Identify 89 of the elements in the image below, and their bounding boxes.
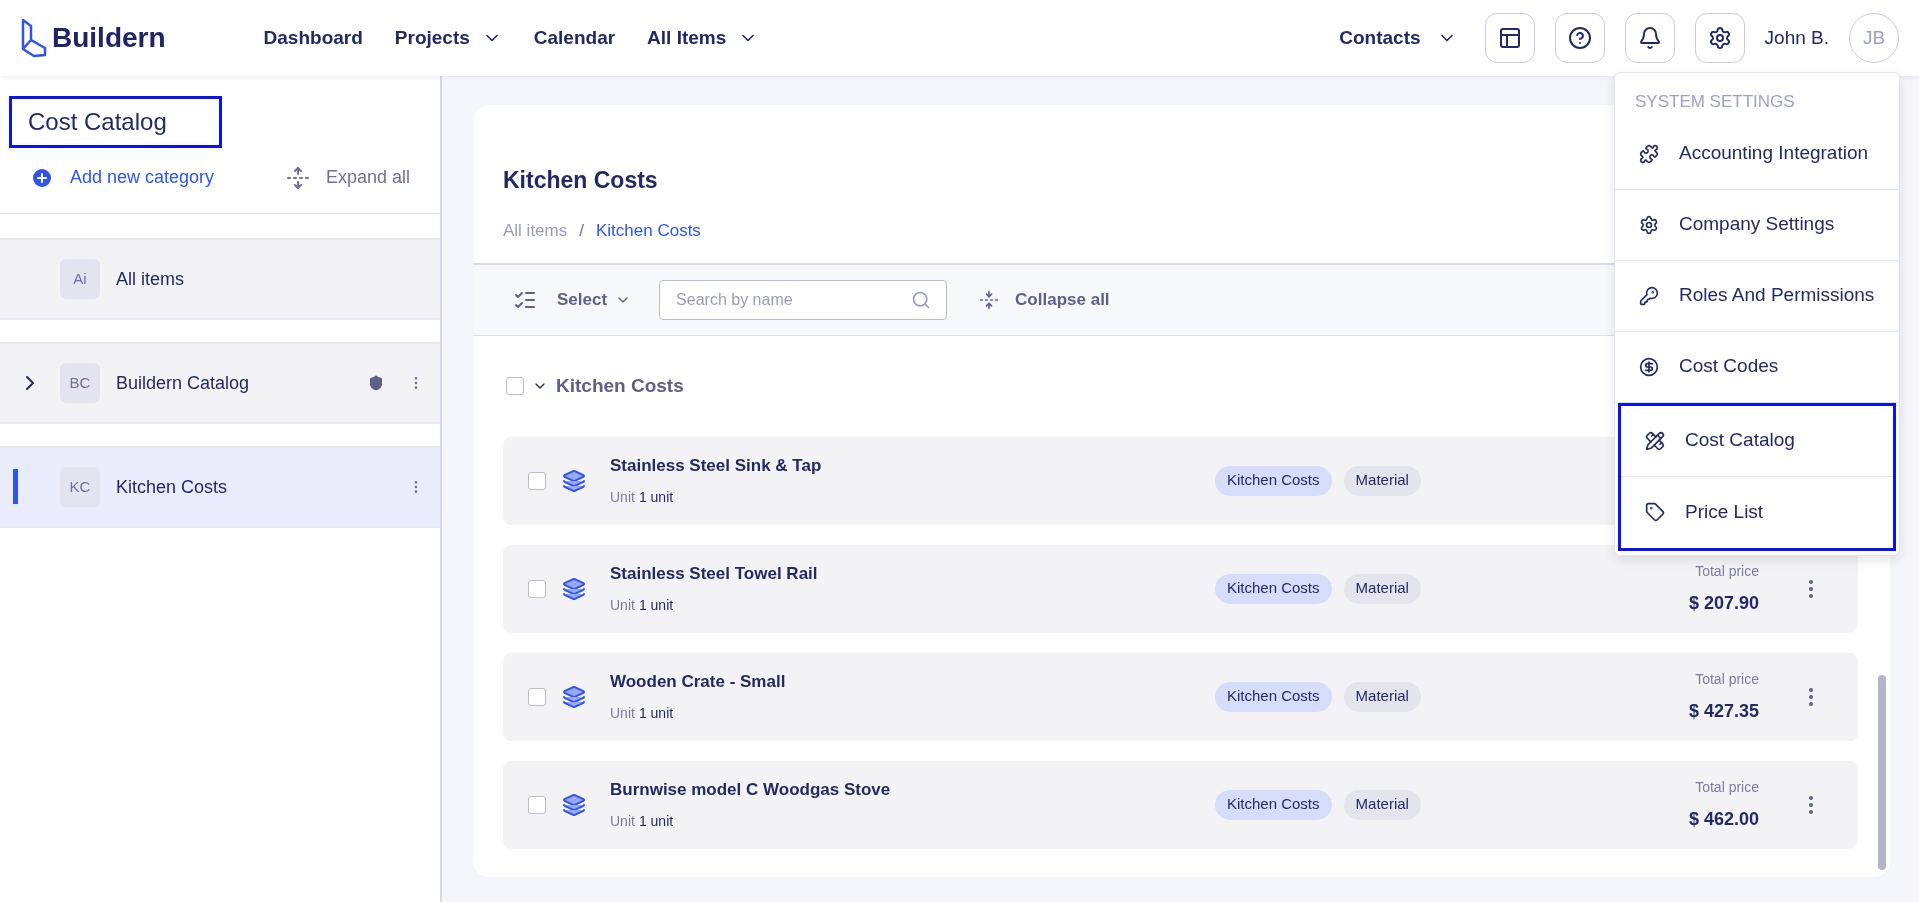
total-price: $ 207.90 bbox=[1688, 591, 1759, 615]
layout-icon bbox=[1497, 26, 1522, 50]
tag: Kitchen Costs bbox=[1215, 573, 1332, 604]
layers-icon bbox=[562, 576, 586, 601]
category-name: All items bbox=[116, 267, 185, 291]
category-name: Buildern Catalog bbox=[116, 371, 251, 395]
category-item[interactable]: BC Buildern Catalog bbox=[0, 342, 440, 424]
unit-value: 1 unit bbox=[638, 595, 674, 615]
layout-button[interactable] bbox=[1484, 13, 1535, 63]
select-dropdown[interactable]: Select bbox=[557, 287, 632, 313]
help-icon bbox=[1567, 26, 1592, 50]
settings-button[interactable] bbox=[1694, 13, 1745, 63]
category-initials: KC bbox=[60, 467, 100, 507]
search-field[interactable]: Search by name bbox=[659, 280, 948, 320]
selection-indicator bbox=[13, 469, 18, 504]
logo-icon bbox=[20, 18, 48, 58]
nav-link[interactable]: Calendar bbox=[533, 23, 616, 53]
cost-item-row[interactable]: Burnwise model C Woodgas Stove Unit 1 unit Kitchen Costs Material Total price $ 462.00 bbox=[503, 760, 1858, 849]
nav-link[interactable]: Dashboard bbox=[263, 23, 363, 53]
tag: Material bbox=[1343, 465, 1421, 496]
nav-link[interactable]: Projects bbox=[394, 23, 502, 53]
search-icon bbox=[911, 290, 932, 310]
checkbox[interactable] bbox=[528, 795, 546, 814]
tag: Material bbox=[1343, 573, 1421, 604]
item-name: Stainless Steel Sink & Tap bbox=[610, 455, 823, 478]
checkbox[interactable] bbox=[528, 687, 546, 706]
group-title: Kitchen Costs bbox=[556, 374, 684, 398]
checkbox[interactable] bbox=[528, 471, 546, 490]
brand-name: Buildern bbox=[52, 21, 166, 55]
settings-menu-item[interactable]: Company Settings bbox=[1615, 189, 1899, 261]
unit-value: 1 unit bbox=[638, 703, 674, 723]
key-icon bbox=[1639, 285, 1659, 306]
unit-value: 1 unit bbox=[638, 811, 674, 831]
tag: Kitchen Costs bbox=[1215, 789, 1332, 820]
sidebar-title: Cost Catalog bbox=[9, 96, 222, 148]
category-initials: Ai bbox=[60, 259, 100, 299]
price-tag-icon bbox=[1645, 502, 1665, 522]
unit-label: Unit bbox=[610, 487, 635, 507]
total-price: $ 462.00 bbox=[1688, 807, 1759, 831]
layers-icon bbox=[562, 792, 586, 817]
nav-link[interactable]: Contacts bbox=[1339, 23, 1457, 53]
checkbox[interactable] bbox=[528, 579, 546, 598]
category-initials: BC bbox=[60, 363, 100, 403]
settings-menu-item[interactable]: Roles And Permissions bbox=[1615, 260, 1899, 332]
cost-item-row[interactable]: Stainless Steel Towel Rail Unit 1 unit Kitchen Costs Material Total price $ 207.90 bbox=[503, 544, 1858, 633]
unit-label: Unit bbox=[610, 595, 635, 615]
unit-label: Unit bbox=[610, 811, 635, 831]
expand-all-button[interactable]: Expand all bbox=[285, 164, 410, 191]
unit-label: Unit bbox=[610, 703, 635, 723]
layers-icon bbox=[562, 468, 586, 493]
tag: Material bbox=[1343, 789, 1421, 820]
expand-icon bbox=[285, 165, 310, 190]
nav-link[interactable]: All Items bbox=[647, 23, 759, 53]
tag: Kitchen Costs bbox=[1215, 681, 1332, 712]
tag: Material bbox=[1343, 681, 1421, 712]
category-item[interactable]: Ai All items bbox=[0, 238, 440, 320]
item-name: Wooden Crate - Small bbox=[610, 671, 787, 694]
category-name: Kitchen Costs bbox=[116, 475, 229, 499]
price-label: Total price bbox=[1695, 777, 1759, 797]
checkbox[interactable] bbox=[506, 377, 524, 396]
page-title: Kitchen Costs bbox=[503, 166, 658, 195]
settings-icon bbox=[1707, 26, 1732, 50]
user-name: John B. bbox=[1764, 25, 1829, 50]
notifications-button[interactable] bbox=[1624, 13, 1675, 63]
menu-heading: SYSTEM SETTINGS bbox=[1634, 91, 1796, 113]
puzzle-icon bbox=[1639, 143, 1659, 164]
collapse-icon bbox=[979, 290, 1000, 310]
add-category-button[interactable]: Add new category bbox=[30, 164, 215, 191]
help-button[interactable] bbox=[1554, 13, 1605, 63]
settings-menu-item[interactable]: Accounting Integration bbox=[1615, 118, 1899, 190]
item-name: Stainless Steel Towel Rail bbox=[610, 563, 819, 586]
price-label: Total price bbox=[1695, 561, 1759, 581]
layers-icon bbox=[562, 684, 586, 709]
settings-menu-item[interactable]: Cost Catalog bbox=[1621, 405, 1893, 477]
unit-value: 1 unit bbox=[638, 487, 674, 507]
total-price: $ 427.35 bbox=[1688, 699, 1759, 723]
category-item[interactable]: KC Kitchen Costs bbox=[0, 446, 440, 528]
collapse-all-button[interactable]: Collapse all bbox=[979, 287, 1110, 313]
price-label: Total price bbox=[1695, 669, 1759, 689]
settings-icon bbox=[1639, 214, 1659, 235]
tag: Kitchen Costs bbox=[1215, 465, 1332, 496]
ruler-pencil-icon bbox=[1645, 430, 1665, 451]
settings-menu-item[interactable]: Cost Codes bbox=[1615, 331, 1899, 403]
notifications-icon bbox=[1637, 26, 1662, 50]
dollar-icon bbox=[1639, 356, 1659, 377]
breadcrumb-separator: / bbox=[579, 219, 584, 242]
breadcrumb-link[interactable]: Kitchen Costs bbox=[595, 217, 701, 243]
cost-item-row[interactable]: Wooden Crate - Small Unit 1 unit Kitchen Costs Material Total price $ 427.35 bbox=[503, 652, 1858, 741]
item-name: Burnwise model C Woodgas Stove bbox=[610, 779, 892, 802]
